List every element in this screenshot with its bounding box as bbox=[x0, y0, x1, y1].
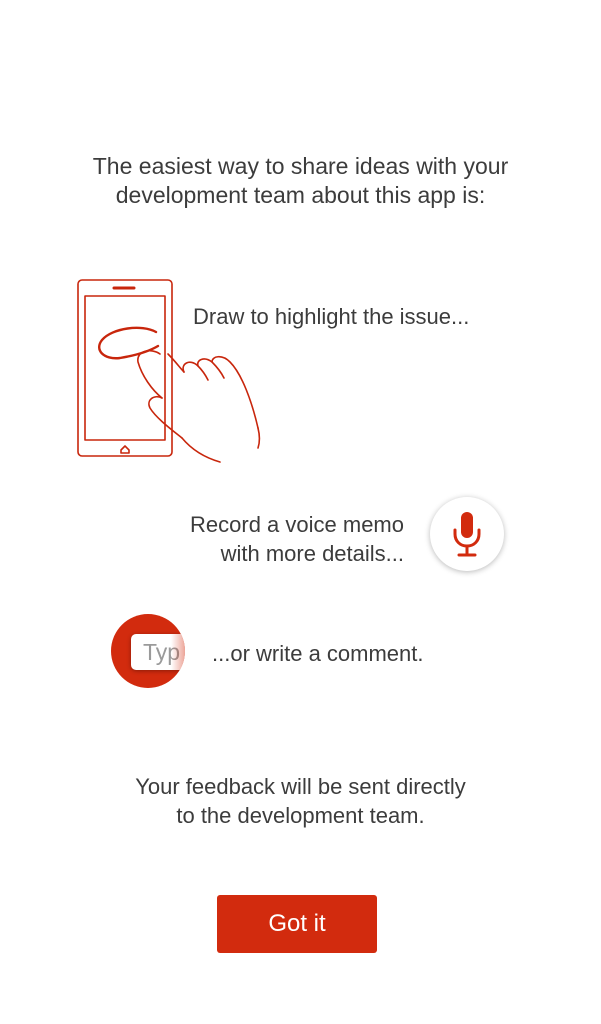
draw-step-label: Draw to highlight the issue... bbox=[193, 304, 470, 329]
intro-text: The easiest way to share ideas with your… bbox=[0, 152, 601, 210]
got-it-button[interactable]: Got it bbox=[217, 895, 377, 953]
voice-step-label: Record a voice memo with more details... bbox=[190, 510, 404, 568]
voice-step-line-1: Record a voice memo bbox=[190, 512, 404, 537]
intro-line-2: development team about this app is: bbox=[115, 182, 486, 208]
comment-step-label: ...or write a comment. bbox=[212, 641, 424, 666]
outro-text: Your feedback will be sent directly to t… bbox=[0, 772, 601, 830]
voice-step-line-2: with more details... bbox=[220, 541, 404, 566]
record-voice-button[interactable] bbox=[430, 497, 504, 571]
comment-field-icon: Typ bbox=[131, 634, 185, 670]
write-comment-button[interactable]: Typ bbox=[111, 614, 185, 688]
outro-line-2: to the development team. bbox=[176, 803, 425, 828]
outro-line-1: Your feedback will be sent directly bbox=[135, 774, 466, 799]
microphone-icon bbox=[453, 512, 481, 557]
intro-line-1: The easiest way to share ideas with your bbox=[92, 153, 509, 179]
